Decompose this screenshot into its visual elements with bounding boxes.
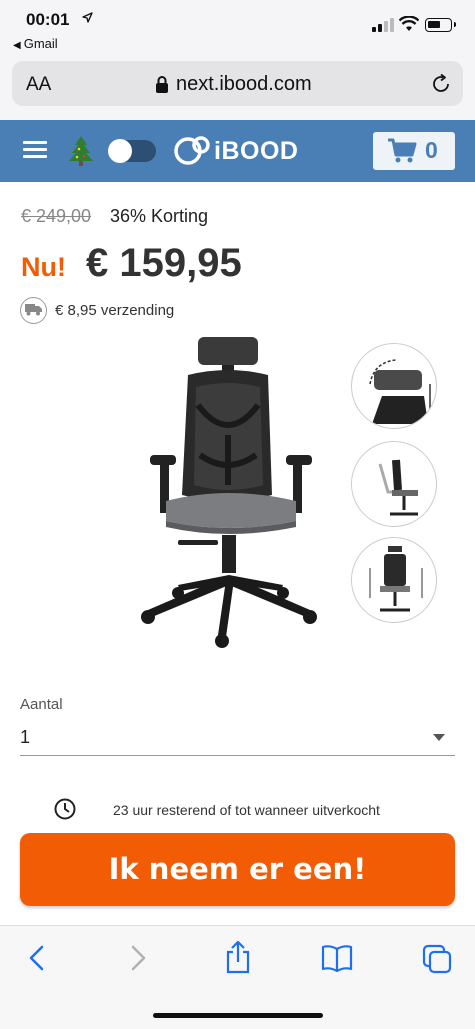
thumbnail-headrest[interactable] — [351, 343, 437, 429]
discount-label: 36% Korting — [110, 206, 209, 226]
old-price: € 249,00 — [21, 206, 92, 226]
address-bar[interactable]: AA next.ibood.com — [12, 61, 463, 106]
browser-toolbar — [0, 925, 475, 1029]
time-remaining: 23 uur resterend of tot wanneer uitverko… — [113, 802, 380, 818]
product-image[interactable] — [138, 335, 323, 650]
buy-button[interactable]: Ik neem er een! — [20, 833, 455, 906]
cart-count: 0 — [425, 137, 438, 163]
wifi-icon — [399, 16, 419, 31]
theme-toggle[interactable] — [108, 139, 156, 163]
clock-icon — [54, 798, 76, 820]
ibood-logo-icon — [174, 136, 210, 165]
bookmarks-icon[interactable] — [321, 944, 353, 972]
quantity-value: 1 — [20, 727, 31, 747]
location-arrow-icon — [82, 12, 93, 23]
lock-icon — [156, 76, 168, 93]
cart-button[interactable]: 0 — [373, 132, 455, 170]
tabs-icon[interactable] — [422, 944, 452, 974]
forward-icon — [131, 945, 146, 971]
status-time: 00:01 — [26, 10, 70, 29]
shipping-cost: € 8,95 verzending — [55, 302, 175, 319]
quantity-select[interactable]: 1 — [20, 722, 455, 756]
text-size-button[interactable]: AA — [26, 74, 51, 96]
share-icon[interactable] — [224, 940, 252, 974]
hamburger-menu-icon[interactable] — [23, 141, 47, 159]
site-header: iBOOD 0 — [0, 120, 475, 182]
status-bar: 00:01 ◀ Gmail — [0, 0, 475, 58]
back-to-app-link[interactable]: ◀ Gmail — [13, 36, 58, 51]
reload-icon[interactable] — [430, 73, 452, 95]
thumbnail-recline[interactable] — [351, 441, 437, 527]
current-price: € 159,95 — [86, 241, 242, 285]
back-app-label: Gmail — [23, 36, 58, 51]
cart-icon — [388, 138, 417, 163]
back-icon[interactable] — [26, 944, 48, 972]
christmas-tree-icon — [69, 136, 93, 166]
battery-icon — [425, 18, 456, 32]
truck-icon — [20, 297, 47, 324]
signal-icon — [372, 18, 394, 32]
quantity-label: Aantal — [20, 696, 63, 713]
browser-address-area: AA next.ibood.com — [0, 58, 475, 120]
chevron-down-icon — [433, 734, 445, 741]
ibood-logo[interactable]: iBOOD — [214, 137, 298, 166]
home-indicator[interactable] — [153, 1013, 323, 1018]
now-label: Nu! — [21, 252, 66, 282]
thumbnail-height[interactable] — [351, 537, 437, 623]
url-text[interactable]: next.ibood.com — [176, 73, 312, 96]
